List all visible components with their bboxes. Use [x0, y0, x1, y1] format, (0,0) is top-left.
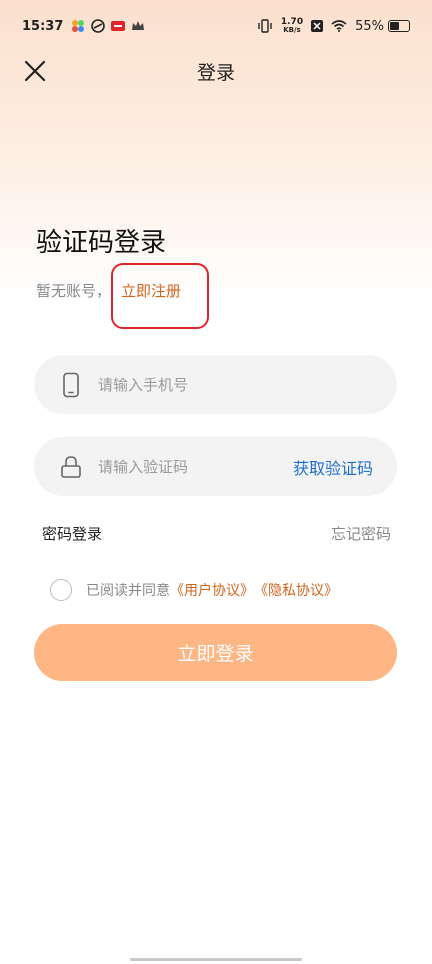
crown-icon — [131, 20, 145, 32]
vibrate-icon — [257, 19, 273, 33]
battery-indicator: 55% — [355, 19, 410, 34]
forgot-password-link[interactable]: 忘记密码 — [331, 523, 391, 544]
home-indicator[interactable] — [130, 958, 302, 961]
page-title: 登录 — [196, 62, 235, 84]
status-time: 15:37 — [22, 18, 64, 34]
status-bar: 15:37 1.70 KB/s 55% — [0, 0, 432, 52]
verification-code-field[interactable]: 获取验证码 — [34, 437, 397, 496]
nav-bar: 登录 — [0, 52, 432, 88]
user-agreement-link[interactable]: 《用户协议》 — [170, 580, 254, 600]
x-icon — [311, 20, 324, 32]
agreement-prefix: 已阅读并同意 — [86, 583, 170, 599]
speed-value: 1.70 — [280, 17, 304, 27]
login-button[interactable]: 立即登录 — [34, 624, 397, 681]
battery-icon — [388, 20, 410, 32]
phone-field[interactable] — [34, 355, 397, 414]
speed-unit: KB/s — [283, 26, 301, 34]
battery-fill — [390, 22, 399, 30]
get-code-button[interactable]: 获取验证码 — [293, 455, 373, 479]
agreement-row: 已阅读并同意 《用户协议》 《隐私协议》 — [50, 579, 338, 601]
privacy-agreement-link[interactable]: 《隐私协议》 — [254, 580, 338, 600]
lock-icon — [60, 454, 82, 480]
battery-percent: 55% — [355, 18, 384, 34]
verification-code-input[interactable] — [98, 457, 278, 476]
app-icon-1 — [71, 19, 85, 33]
phone-input[interactable] — [98, 375, 278, 394]
network-speed: 1.70 KB/s — [280, 17, 304, 35]
app-icon-3 — [111, 21, 126, 31]
login-heading: 验证码登录 — [36, 228, 167, 258]
password-login-link[interactable]: 密码登录 — [42, 523, 102, 544]
phone-icon — [60, 372, 82, 398]
annotation-highlight-box — [111, 263, 209, 329]
register-prompt: 暂无账号， — [36, 282, 112, 300]
wifi-icon — [331, 20, 347, 32]
agreement-checkbox[interactable] — [50, 579, 72, 601]
app-icon-2 — [91, 19, 106, 33]
